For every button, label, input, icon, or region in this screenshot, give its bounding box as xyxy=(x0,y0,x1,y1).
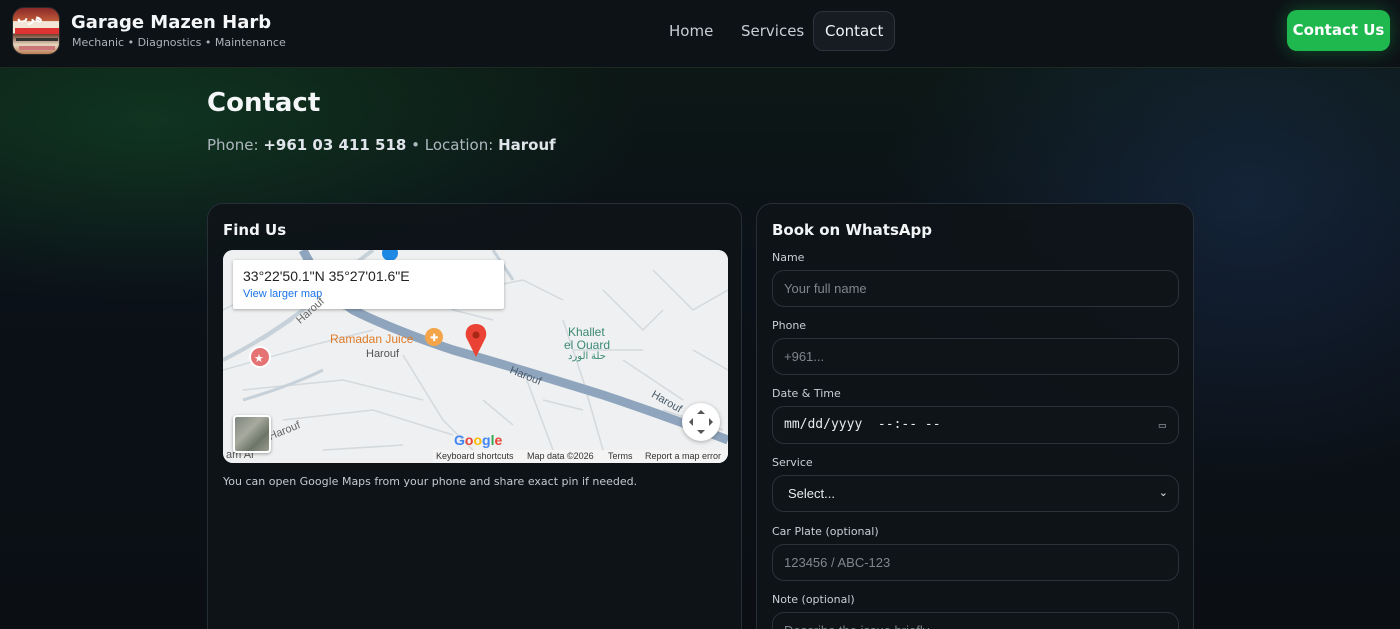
view-larger-map-link[interactable]: View larger map xyxy=(243,288,322,300)
service-label: Service xyxy=(772,456,813,469)
place-khallet-arabic: حلة الورد xyxy=(568,351,606,362)
google-map-embed[interactable]: ✚ ★ 33°22'50.1"N 35°27'01.6"E View large… xyxy=(223,250,728,463)
map-data-text: Map data ©2026 xyxy=(527,451,594,461)
name-label: Name xyxy=(772,251,805,264)
find-us-title: Find Us xyxy=(223,221,287,239)
svg-text:✚: ✚ xyxy=(430,333,438,344)
phone-field-label: Phone xyxy=(772,319,807,332)
map-attribution-bar: Keyboard shortcuts Map data ©2026 Terms … xyxy=(433,450,728,463)
service-select[interactable]: Select... ⌄ xyxy=(772,475,1179,512)
contact-us-button[interactable]: Contact Us xyxy=(1287,10,1390,51)
page-title: Contact xyxy=(207,88,321,118)
top-navbar: هرب Garage Mazen Harb Mechanic • Diagnos… xyxy=(0,0,1400,68)
nav-services[interactable]: Services xyxy=(730,11,815,51)
svg-text:★: ★ xyxy=(254,353,264,365)
map-coordinates: 33°22'50.1"N 35°27'01.6"E xyxy=(243,268,410,284)
plate-input[interactable]: 123456 / ABC-123 xyxy=(772,544,1179,581)
fullscreen-icon xyxy=(689,410,713,434)
place-harouf: Harouf xyxy=(366,348,400,360)
nav-contact[interactable]: Contact xyxy=(813,11,896,51)
phone-number[interactable]: +961 03 411 518 xyxy=(263,136,406,154)
separator: • xyxy=(411,136,420,154)
booking-title: Book on WhatsApp xyxy=(772,221,932,239)
location-label: Location: xyxy=(424,136,494,154)
calendar-icon[interactable]: ▭ xyxy=(1159,407,1166,443)
google-logo: Google xyxy=(454,432,503,448)
note-input[interactable]: Describe the issue briefly... xyxy=(772,612,1179,629)
fullscreen-button[interactable] xyxy=(682,403,720,441)
datetime-value: mm/dd/yyyy --:-- -- xyxy=(784,417,941,432)
keyboard-shortcuts-link[interactable]: Keyboard shortcuts xyxy=(436,451,514,461)
brand-title[interactable]: Garage Mazen Harb xyxy=(71,12,271,33)
logo-text: هرب xyxy=(17,12,43,25)
phone-label: Phone: xyxy=(207,136,259,154)
brand-subtitle: Mechanic • Diagnostics • Maintenance xyxy=(72,36,286,49)
map-info-box: 33°22'50.1"N 35°27'01.6"E View larger ma… xyxy=(233,260,504,309)
nav-home[interactable]: Home xyxy=(658,11,724,51)
place-khallet: Khallet xyxy=(568,325,605,339)
note-label: Note (optional) xyxy=(772,593,855,606)
datetime-label: Date & Time xyxy=(772,387,841,400)
chevron-down-icon: ⌄ xyxy=(1158,487,1168,499)
contact-info-line: Phone: +961 03 411 518 • Location: Harou… xyxy=(207,136,556,154)
location-value: Harouf xyxy=(498,136,556,154)
place-el-ouard: el Ouard xyxy=(564,338,611,352)
service-selected-value: Select... xyxy=(788,486,835,501)
plate-label: Car Plate (optional) xyxy=(772,525,879,538)
find-us-card: Find Us ✚ ★ 33°22'50.1"N 35°27'01.6"E Vi… xyxy=(207,203,742,629)
garage-logo[interactable]: هرب xyxy=(12,7,60,55)
map-note: You can open Google Maps from your phone… xyxy=(223,475,638,488)
report-map-error-link[interactable]: Report a map error xyxy=(645,451,721,461)
phone-input[interactable]: +961... xyxy=(772,338,1179,375)
poi-ramadan-juice[interactable]: Ramadan Juice xyxy=(330,332,413,346)
booking-card: Book on WhatsApp Name Your full name Pho… xyxy=(756,203,1194,629)
terms-link[interactable]: Terms xyxy=(608,451,633,461)
satellite-toggle[interactable] xyxy=(233,415,271,453)
name-input[interactable]: Your full name xyxy=(772,270,1179,307)
datetime-input[interactable]: mm/dd/yyyy --:-- -- ▭ xyxy=(772,406,1179,444)
